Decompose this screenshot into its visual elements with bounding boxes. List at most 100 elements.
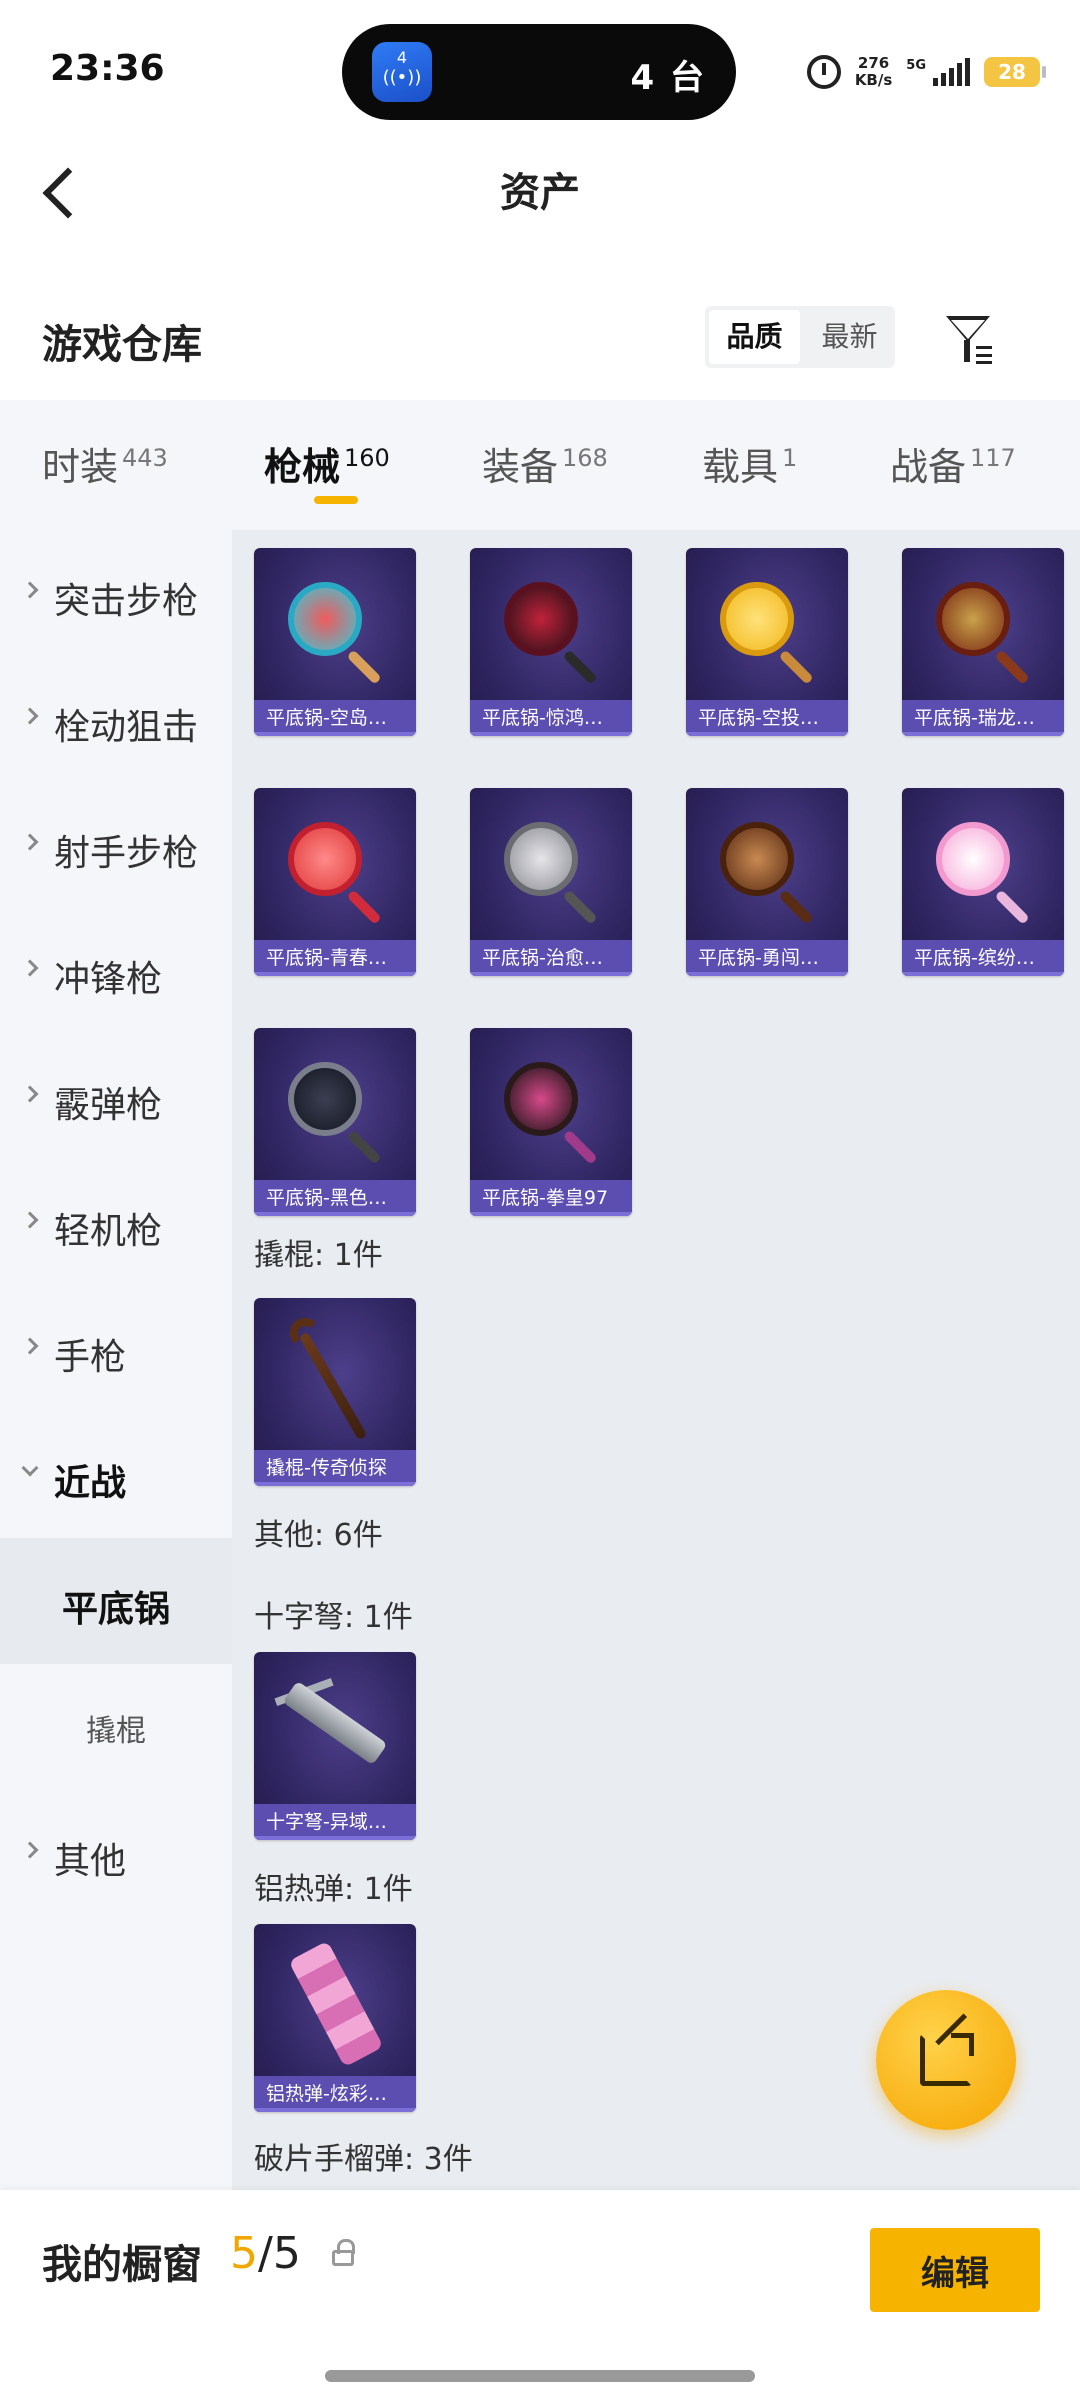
showcase-count-current: 5 xyxy=(230,2228,258,2279)
item-card[interactable]: 撬棍-传奇侦探 xyxy=(254,1298,416,1486)
pan-skin-icon xyxy=(720,822,794,896)
item-grid: 平底锅-空岛… 平底锅-惊鸿… 平底锅-空投… 平底锅-瑞龙… 平底锅-青春… … xyxy=(232,530,1080,2190)
tab-equipment[interactable]: 装备 168 xyxy=(482,436,608,491)
showcase-bar: 我的橱窗 5/5 编辑 xyxy=(0,2190,1080,2400)
pan-skin-icon xyxy=(288,1062,362,1136)
chevron-right-icon xyxy=(21,1841,39,1859)
pan-skin-icon xyxy=(504,1062,578,1136)
sidebar-item-label: 冲锋枪 xyxy=(54,959,163,1000)
chevron-right-icon xyxy=(21,581,39,599)
item-name: 平底锅-勇闯… xyxy=(686,940,848,976)
tab-vehicles[interactable]: 载具 1 xyxy=(702,436,797,491)
sidebar-item-melee[interactable]: 近战 xyxy=(0,1412,232,1538)
sidebar-item-label: 射手步枪 xyxy=(54,833,199,874)
status-bar: 23:36 4 ((•)) 4 台 276 KB/s 5G 28 xyxy=(0,0,1080,140)
item-name: 平底锅-空岛… xyxy=(254,700,416,736)
pan-skin-icon xyxy=(288,822,362,896)
chevron-right-icon xyxy=(21,1211,39,1229)
item-name: 平底锅-青春… xyxy=(254,940,416,976)
pan-skin-icon xyxy=(504,822,578,896)
edit-button[interactable]: 编辑 xyxy=(870,2228,1040,2312)
tab-label: 装备 xyxy=(482,445,559,489)
lock-icon[interactable] xyxy=(332,2239,355,2266)
sort-option-quality[interactable]: 品质 xyxy=(709,310,800,364)
showcase-count-total: /5 xyxy=(258,2228,301,2279)
thermite-grenade-icon xyxy=(288,1940,384,2068)
item-name: 平底锅-惊鸿… xyxy=(470,700,632,736)
group-label-frag-grenade: 破片手榴弹: 3件 xyxy=(254,2142,473,2177)
item-name: 十字弩-异域… xyxy=(254,1804,416,1840)
item-card[interactable]: 平底锅-拳皇97 xyxy=(470,1028,632,1216)
sidebar-subitem-crowbar[interactable]: 撬棍 xyxy=(0,1664,232,1790)
tab-supplies[interactable]: 战备 117 xyxy=(890,436,1016,491)
item-name: 平底锅-拳皇97 xyxy=(470,1180,632,1216)
tab-count: 1 xyxy=(782,444,798,472)
item-card[interactable]: 平底锅-空岛… xyxy=(254,548,416,736)
sidebar-item-marksman-rifle[interactable]: 射手步枪 xyxy=(0,782,232,908)
cast-badge: 4 xyxy=(396,48,408,67)
item-card[interactable]: 平底锅-青春… xyxy=(254,788,416,976)
tab-count: 160 xyxy=(344,444,390,472)
pan-skin-icon xyxy=(936,822,1010,896)
signal-icon: 5G xyxy=(906,58,970,86)
pan-skin-icon xyxy=(720,582,794,656)
sidebar-item-label: 撬棍 xyxy=(86,1714,146,1749)
sidebar-item-lmg[interactable]: 轻机枪 xyxy=(0,1160,232,1286)
home-indicator[interactable] xyxy=(325,2370,755,2382)
section-header: 游戏仓库 品质 最新 xyxy=(0,290,1080,390)
alarm-icon xyxy=(806,55,841,89)
tab-guns[interactable]: 枪械 160 xyxy=(264,436,390,491)
sort-option-newest[interactable]: 最新 xyxy=(804,306,895,368)
status-icons: 276 KB/s 5G 28 xyxy=(806,48,1046,96)
section-title: 游戏仓库 xyxy=(42,322,202,368)
item-name: 平底锅-治愈… xyxy=(470,940,632,976)
sort-toggle: 品质 最新 xyxy=(705,306,895,368)
nav-header: 资产 xyxy=(0,140,1080,250)
item-card[interactable]: 平底锅-黑色… xyxy=(254,1028,416,1216)
sidebar-item-label: 栓动狙击 xyxy=(54,707,199,748)
tab-label: 枪械 xyxy=(264,445,341,489)
dynamic-island[interactable]: 4 ((•)) 4 台 xyxy=(342,24,736,120)
tab-count: 117 xyxy=(970,444,1016,472)
item-card[interactable]: 平底锅-惊鸿… xyxy=(470,548,632,736)
sidebar-item-label: 其他 xyxy=(54,1841,127,1882)
tab-label: 载具 xyxy=(702,445,779,489)
item-card[interactable]: 平底锅-缤纷… xyxy=(902,788,1064,976)
item-name: 平底锅-黑色… xyxy=(254,1180,416,1216)
chevron-right-icon xyxy=(21,1337,39,1355)
item-card[interactable]: 平底锅-空投… xyxy=(686,548,848,736)
sidebar-item-assault-rifle[interactable]: 突击步枪 xyxy=(0,530,232,656)
showcase-count: 5/5 xyxy=(230,2228,301,2279)
group-label-crossbow: 十字弩: 1件 xyxy=(254,1600,413,1635)
item-name: 铝热弹-炫彩… xyxy=(254,2076,416,2112)
filter-icon xyxy=(946,316,990,342)
sidebar-subitem-pan[interactable]: 平底锅 xyxy=(0,1538,232,1664)
sidebar-item-other[interactable]: 其他 xyxy=(0,1790,232,1916)
share-button[interactable] xyxy=(876,1990,1016,2130)
sidebar-item-pistol[interactable]: 手枪 xyxy=(0,1286,232,1412)
broadcast-icon: ((•)) xyxy=(382,67,422,88)
item-card[interactable]: 铝热弹-炫彩… xyxy=(254,1924,416,2112)
item-card[interactable]: 平底锅-勇闯… xyxy=(686,788,848,976)
sidebar-item-shotgun[interactable]: 霰弹枪 xyxy=(0,1034,232,1160)
tab-fashion[interactable]: 时装 443 xyxy=(42,436,168,491)
item-card[interactable]: 平底锅-瑞龙… xyxy=(902,548,1064,736)
sidebar-item-label: 突击步枪 xyxy=(54,581,199,622)
item-card[interactable]: 平底锅-治愈… xyxy=(470,788,632,976)
tab-count: 168 xyxy=(562,444,608,472)
chevron-right-icon xyxy=(21,959,39,977)
sidebar-item-label: 霰弹枪 xyxy=(54,1085,163,1126)
pan-skin-icon xyxy=(936,582,1010,656)
sidebar-item-label: 平底锅 xyxy=(61,1589,170,1630)
sidebar-item-smg[interactable]: 冲锋枪 xyxy=(0,908,232,1034)
island-text: 4 台 xyxy=(630,58,706,98)
sidebar-item-bolt-sniper[interactable]: 栓动狙击 xyxy=(0,656,232,782)
network-speed-value: 276 xyxy=(857,54,890,72)
item-name: 撬棍-传奇侦探 xyxy=(254,1450,416,1486)
page-title: 资产 xyxy=(500,170,580,216)
chevron-right-icon xyxy=(21,1085,39,1103)
item-name: 平底锅-瑞龙… xyxy=(902,700,1064,736)
filter-button[interactable] xyxy=(942,310,1002,370)
item-card[interactable]: 十字弩-异域… xyxy=(254,1652,416,1840)
pan-skin-icon xyxy=(504,582,578,656)
